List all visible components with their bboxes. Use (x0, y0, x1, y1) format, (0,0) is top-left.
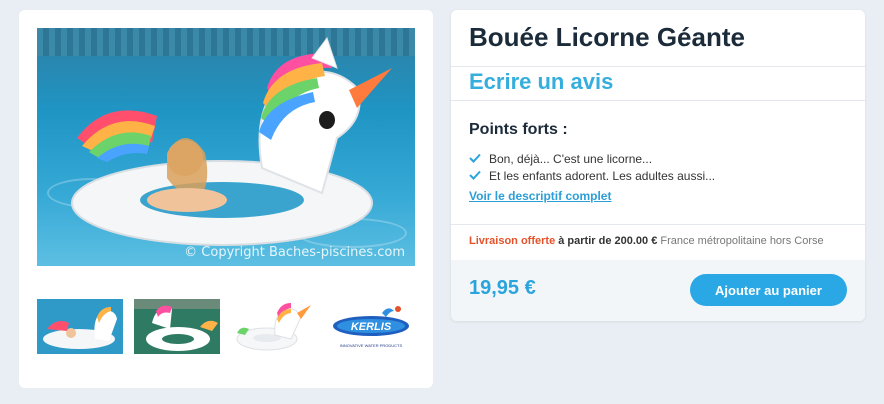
strength-item: Bon, déjà... C'est une licorne... (469, 152, 652, 166)
thumbnail-kerlis-logo[interactable]: KERLIS INNOVATIVE WATER PRODUCTS (328, 299, 414, 354)
free-delivery-label: Livraison offerte (469, 235, 556, 247)
strength-text: Bon, déjà... C'est une licorne... (489, 152, 653, 166)
full-description-link[interactable]: Voir le descriptif complet (469, 189, 611, 203)
delivery-info: Livraison offerte à partir de 200.00 € F… (469, 235, 824, 247)
thumbnail-pool-top[interactable] (134, 299, 220, 354)
product-info-card: Bouée Licorne Géante Ecrire un avis Poin… (451, 10, 865, 321)
check-icon (469, 152, 483, 166)
strengths-heading: Points forts : (469, 121, 568, 138)
divider (451, 224, 865, 225)
gallery-card: © Copyright Baches-piscines.com KERLIS I… (19, 10, 433, 388)
product-price: 19,95 € (469, 277, 536, 299)
strength-item: Et les enfants adorent. Les adultes auss… (469, 169, 715, 183)
svg-text:KERLIS: KERLIS (351, 321, 392, 333)
unicorn-float-illustration (71, 36, 392, 246)
divider (451, 66, 865, 67)
strength-text: Et les enfants adorent. Les adultes auss… (489, 169, 716, 183)
add-to-cart-button[interactable]: Ajouter au panier (690, 274, 847, 306)
write-review-link[interactable]: Ecrire un avis (469, 69, 613, 95)
product-title: Bouée Licorne Géante (469, 22, 745, 52)
brand-tagline: INNOVATIVE WATER PRODUCTS (339, 343, 403, 348)
thumbnail-white-background[interactable] (231, 299, 317, 354)
check-icon (469, 169, 483, 183)
thumbnail-pool-side[interactable] (37, 299, 123, 354)
main-product-photo[interactable]: © Copyright Baches-piscines.com (37, 28, 415, 266)
delivery-zone: France métropolitaine hors Corse (660, 235, 824, 247)
thumbnail-strip: KERLIS INNOVATIVE WATER PRODUCTS (37, 299, 415, 355)
copyright-watermark: © Copyright Baches-piscines.com (184, 245, 405, 260)
divider (451, 100, 865, 101)
delivery-threshold: à partir de 200.00 € (558, 235, 658, 247)
